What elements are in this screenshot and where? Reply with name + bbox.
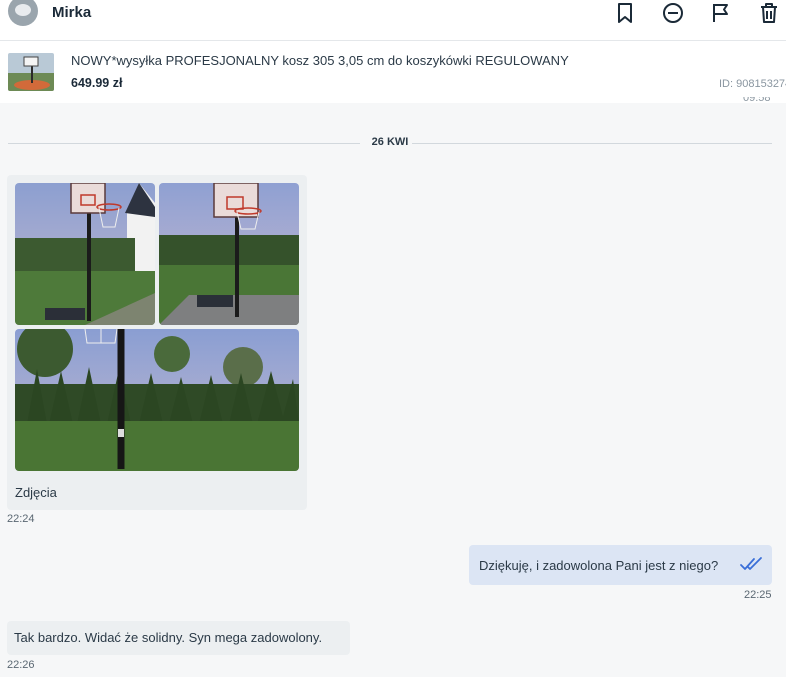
double-check-icon xyxy=(739,556,765,572)
message-time: 22:25 xyxy=(744,589,772,601)
date-label: 26 KWI xyxy=(371,136,409,148)
photo-thumbnail[interactable] xyxy=(15,329,299,471)
trash-icon[interactable] xyxy=(758,2,780,24)
photo-caption: Zdjęcia xyxy=(15,485,57,500)
message-text: Dziękuję, i zadowolona Pani jest z niego… xyxy=(479,558,719,573)
chat-header: Mirka xyxy=(0,0,786,41)
avatar[interactable] xyxy=(8,0,38,26)
product-bar[interactable]: NOWY*wysyłka PROFESJONALNY kosz 305 3,05… xyxy=(0,41,786,103)
message-text: Tak bardzo. Widać że solidny. Syn mega z… xyxy=(14,630,323,645)
message-time: 22:26 xyxy=(7,659,35,671)
flag-icon[interactable] xyxy=(710,2,732,24)
message-time: 09:58 xyxy=(743,97,771,103)
incoming-message: Tak bardzo. Widać że solidny. Syn mega z… xyxy=(7,621,350,655)
photo-thumbnail[interactable] xyxy=(159,183,299,325)
product-id: ID: 908153274 xyxy=(719,78,786,90)
photo-thumbnail[interactable] xyxy=(15,183,155,325)
block-icon[interactable] xyxy=(662,2,684,24)
product-price: 649.99 zł xyxy=(71,76,123,90)
outgoing-message: Dziękuję, i zadowolona Pani jest z niego… xyxy=(469,545,772,585)
contact-name[interactable]: Mirka xyxy=(52,4,91,21)
date-separator: 26 KWI xyxy=(8,136,772,150)
product-title[interactable]: NOWY*wysyłka PROFESJONALNY kosz 305 3,05… xyxy=(71,53,569,68)
message-time: 22:24 xyxy=(7,513,35,525)
bookmark-icon[interactable] xyxy=(614,2,636,24)
product-thumbnail[interactable] xyxy=(8,53,54,91)
